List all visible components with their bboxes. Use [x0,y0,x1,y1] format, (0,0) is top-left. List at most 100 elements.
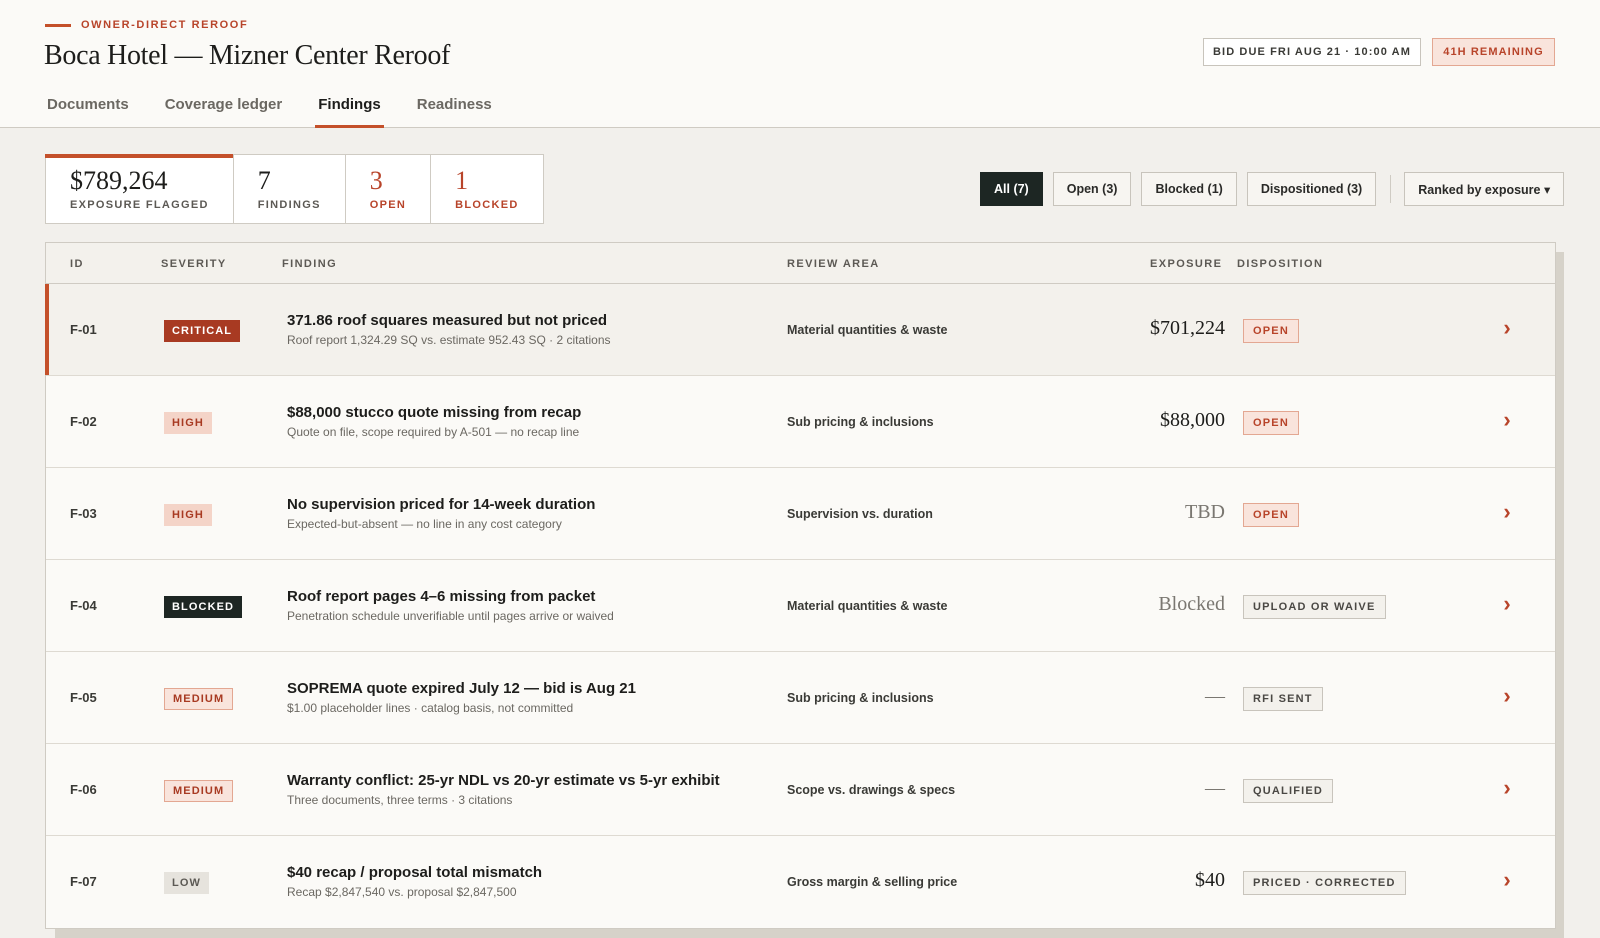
severity-badge: LOW [164,872,209,894]
header-severity: SEVERITY [161,258,227,270]
table-header: ID SEVERITY FINDING REVIEW AREA EXPOSURE… [46,243,1555,284]
time-remaining-badge: 41H REMAINING [1432,38,1555,66]
stat-findings: 7 FINDINGS [234,155,346,223]
review-area: Scope vs. drawings & specs [787,783,956,797]
chevron-right-icon[interactable]: › [1497,409,1517,431]
tab-readiness[interactable]: Readiness [414,92,495,127]
finding-subtitle: Expected-but-absent — no line in any cos… [287,517,562,531]
finding-subtitle: Penetration schedule unverifiable until … [287,609,614,623]
finding-id: F-04 [70,598,97,613]
finding-subtitle: Recap $2,847,540 vs. proposal $2,847,500 [287,885,517,899]
stat-exposure-label: EXPOSURE FLAGGED [70,199,209,211]
filter-bar: All (7) Open (3) Blocked (1) Disposition… [980,172,1565,206]
finding-title: Warranty conflict: 25-yr NDL vs 20-yr es… [287,772,720,789]
header-review-area: REVIEW AREA [787,258,880,270]
exposure-value: $88,000 [1160,409,1225,431]
finding-title: Roof report pages 4–6 missing from packe… [287,588,596,605]
finding-subtitle: Roof report 1,324.29 SQ vs. estimate 952… [287,333,611,347]
disposition-badge: OPEN [1243,411,1299,435]
filter-dispositioned-button[interactable]: Dispositioned (3) [1246,172,1377,206]
tab-documents[interactable]: Documents [44,92,132,127]
disposition-badge: UPLOAD OR WAIVE [1243,595,1386,619]
severity-badge: CRITICAL [164,320,241,342]
finding-id: F-07 [70,874,97,889]
header-disposition: DISPOSITION [1237,258,1324,270]
disposition-badge: QUALIFIED [1243,779,1334,803]
stat-blocked-label: BLOCKED [455,199,519,211]
table-row[interactable]: F-05 MEDIUM SOPREMA quote expired July 1… [46,652,1555,744]
tab-findings[interactable]: Findings [315,92,384,128]
severity-badge: HIGH [164,504,212,526]
table-row[interactable]: F-07 LOW $40 recap / proposal total mism… [46,836,1555,928]
table-row[interactable]: F-06 MEDIUM Warranty conflict: 25-yr NDL… [46,744,1555,836]
severity-badge: HIGH [164,412,212,434]
finding-title: No supervision priced for 14-week durati… [287,496,596,513]
finding-title: $88,000 stucco quote missing from recap [287,404,582,421]
finding-subtitle: Quote on file, scope required by A-501 —… [287,425,580,439]
review-area: Supervision vs. duration [787,507,933,521]
filter-open-button[interactable]: Open (3) [1052,172,1132,206]
tab-coverage-ledger[interactable]: Coverage ledger [162,92,286,127]
review-area: Gross margin & selling price [787,875,958,889]
chevron-right-icon[interactable]: › [1497,317,1517,339]
chevron-right-icon[interactable]: › [1497,777,1517,799]
finding-id: F-02 [70,414,97,429]
finding-title: 371.86 roof squares measured but not pri… [287,312,608,329]
exposure-value: $701,224 [1150,317,1225,339]
table-row[interactable]: F-01 CRITICAL 371.86 roof squares measur… [45,284,1555,376]
stat-open-value: 3 [369,166,383,195]
finding-subtitle: $1.00 placeholder lines · catalog basis,… [287,701,574,715]
finding-title: SOPREMA quote expired July 12 — bid is A… [287,680,636,697]
review-area: Material quantities & waste [787,323,948,337]
table-row[interactable]: F-03 HIGH No supervision priced for 14-w… [46,468,1555,560]
stat-findings-value: 7 [257,166,271,195]
finding-id: F-06 [70,782,97,797]
finding-id: F-05 [70,690,97,705]
page-header: OWNER-DIRECT REROOF Boca Hotel — Mizner … [0,0,1600,128]
exposure-value: — [1205,685,1225,707]
severity-badge: MEDIUM [164,780,234,802]
bid-due-badge: BID DUE FRI AUG 21 · 10:00 AM [1203,38,1421,66]
sort-dropdown[interactable]: Ranked by exposure ▾ [1404,172,1565,206]
review-area: Sub pricing & inclusions [787,415,934,429]
chevron-right-icon[interactable]: › [1497,593,1517,615]
stat-exposure: $789,264 EXPOSURE FLAGGED [45,154,234,223]
header-finding: FINDING [282,258,338,270]
exposure-value: — [1205,777,1225,799]
disposition-badge: OPEN [1243,319,1299,343]
finding-title: $40 recap / proposal total mismatch [287,864,543,881]
findings-table: ID SEVERITY FINDING REVIEW AREA EXPOSURE… [45,242,1556,929]
exposure-value: TBD [1185,501,1225,523]
table-row[interactable]: F-02 HIGH $88,000 stucco quote missing f… [46,376,1555,468]
header-exposure: EXPOSURE [1150,258,1223,270]
exposure-value: $40 [1195,869,1225,891]
chevron-right-icon[interactable]: › [1497,869,1517,891]
table-row[interactable]: F-04 BLOCKED Roof report pages 4–6 missi… [46,560,1555,652]
finding-id: F-03 [70,506,97,521]
stat-open: 3 OPEN [346,155,432,223]
chevron-right-icon[interactable]: › [1497,685,1517,707]
severity-badge: BLOCKED [164,596,243,618]
stat-blocked: 1 BLOCKED [431,155,543,223]
stat-blocked-value: 1 [455,166,469,195]
finding-id: F-01 [70,322,97,337]
chevron-right-icon[interactable]: › [1497,501,1517,523]
stat-exposure-value: $789,264 [70,166,168,195]
eyebrow-label: OWNER-DIRECT REROOF [81,19,249,31]
review-area: Sub pricing & inclusions [787,691,934,705]
eyebrow-accent-bar [45,23,71,27]
page-title: Boca Hotel — Mizner Center Reroof [44,40,451,71]
summary-stats: $789,264 EXPOSURE FLAGGED 7 FINDINGS 3 O… [45,154,544,224]
finding-subtitle: Three documents, three terms · 3 citatio… [287,793,513,807]
header-id: ID [70,258,84,270]
filter-divider [1390,175,1392,203]
review-area: Material quantities & waste [787,599,948,613]
filter-all-button[interactable]: All (7) [980,172,1043,206]
disposition-badge: OPEN [1243,503,1299,527]
disposition-badge: RFI SENT [1243,687,1323,711]
filter-blocked-button[interactable]: Blocked (1) [1141,172,1237,206]
severity-badge: MEDIUM [164,688,234,710]
tab-bar: Documents Coverage ledger Findings Readi… [44,92,525,128]
exposure-value: Blocked [1158,593,1225,615]
disposition-badge: PRICED · CORRECTED [1243,871,1406,895]
